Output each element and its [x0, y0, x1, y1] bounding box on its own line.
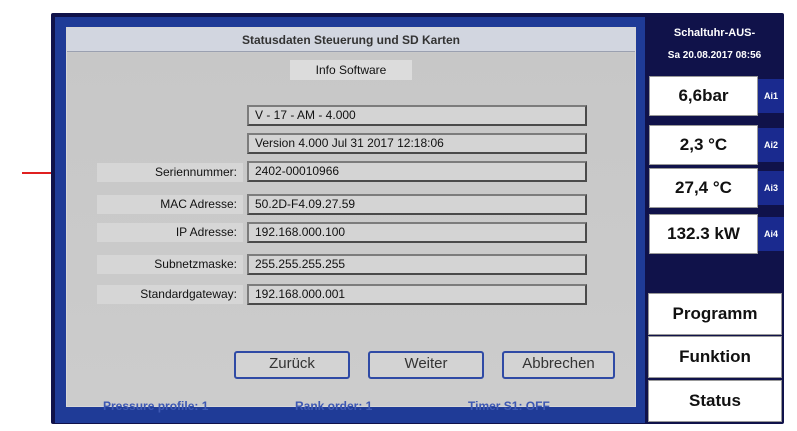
default-gateway-label: Standardgateway: [97, 285, 243, 304]
menu-funktion-button[interactable]: Funktion [648, 336, 782, 378]
subnet-mask-value: 255.255.255.255 [247, 254, 587, 275]
mac-address-label: MAC Adresse: [97, 195, 243, 214]
rank-order-status: Rank order: 1 [295, 399, 373, 413]
reading-ai4-tag: Ai4 [758, 217, 784, 251]
sidebar: Schaltuhr-AUS- Sa 20.08.2017 08:56 6,6ba… [645, 13, 784, 424]
reading-ai2-value: 2,3 °C [649, 125, 758, 165]
timer-status: Timer S1: OFF [468, 399, 550, 413]
reading-ai1-tag: Ai1 [758, 79, 784, 113]
menu-status-button[interactable]: Status [648, 380, 782, 422]
software-version-short: V - 17 - AM - 4.000 [247, 105, 587, 126]
reading-ai1-value: 6,6bar [649, 76, 758, 116]
clock-status: Schaltuhr-AUS- [673, 27, 756, 39]
pressure-profile-status: Pressure profile: 1 [103, 399, 209, 413]
reading-ai2-tag: Ai2 [758, 128, 784, 162]
section-label: Info Software [290, 60, 412, 80]
default-gateway-value: 192.168.000.001 [247, 284, 587, 305]
mac-address-value: 50.2D-F4.09.27.59 [247, 194, 587, 215]
reading-ai4-value: 132.3 kW [649, 214, 758, 254]
dialog-title: Statusdaten Steuerung und SD Karten [67, 28, 635, 52]
ip-address-label: IP Adresse: [97, 223, 243, 242]
reading-ai3-value: 27,4 °C [649, 168, 758, 208]
menu-programm-button[interactable]: Programm [648, 293, 782, 335]
serial-number-value: 2402-00010966 [247, 161, 587, 182]
back-button[interactable]: Zurück [234, 351, 350, 379]
software-version-full: Version 4.000 Jul 31 2017 12:18:06 [247, 133, 587, 154]
subnet-mask-label: Subnetzmaske: [97, 255, 243, 274]
reading-ai3-tag: Ai3 [758, 171, 784, 205]
ip-address-value: 192.168.000.100 [247, 222, 587, 243]
next-button[interactable]: Weiter [368, 351, 484, 379]
serial-number-label: Seriennummer: [97, 163, 243, 182]
status-dialog: Statusdaten Steuerung und SD Karten Info… [66, 27, 636, 407]
cancel-button[interactable]: Abbrechen [502, 351, 615, 379]
datetime: Sa 20.08.2017 08:56 [667, 50, 762, 61]
